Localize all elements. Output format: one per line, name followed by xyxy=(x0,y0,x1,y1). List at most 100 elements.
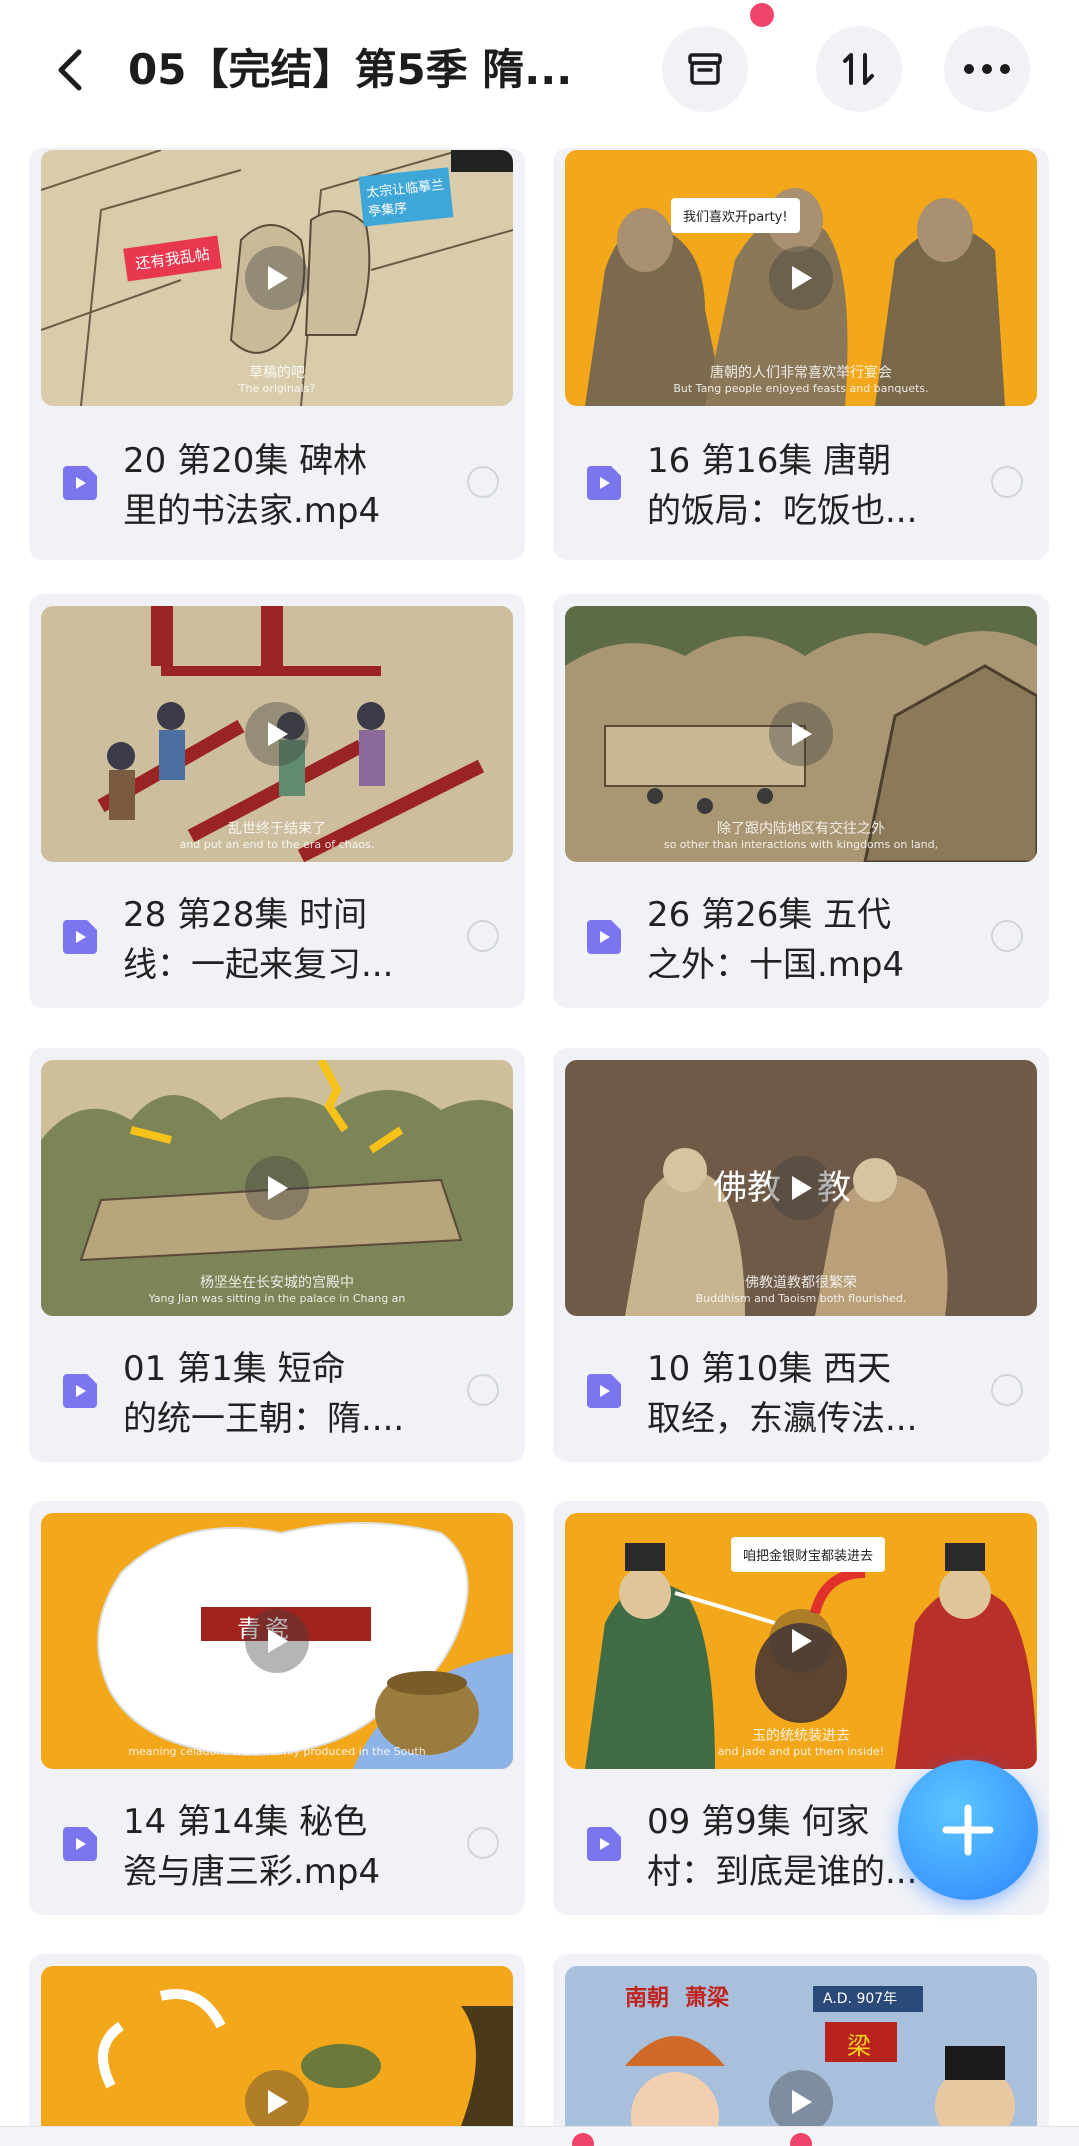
select-radio[interactable] xyxy=(991,466,1023,498)
file-name: 28 第28集 时间 线：一起来复习... xyxy=(123,890,443,990)
file-name-line2: 里的书法家.mp4 xyxy=(123,491,381,531)
video-thumbnail[interactable]: 咱把金银财宝都装进去 玉的统统装进去 and jade and put them… xyxy=(565,1513,1037,1769)
file-card[interactable]: 我们喜欢开party! 唐朝的人们非常喜欢举行宴会 But Tang peopl… xyxy=(553,148,1049,560)
play-icon xyxy=(792,722,812,746)
speech-bubble: 我们喜欢开party! xyxy=(671,198,800,233)
file-name-line1: 10 第10集 西天 xyxy=(647,1349,892,1389)
video-thumbnail[interactable] xyxy=(41,1966,513,2146)
file-card[interactable]: 杨坚坐在长安城的宫殿中 Yang Jian was sitting in the… xyxy=(29,1048,525,1462)
thumb-label: 太宗让临摹兰亭集序 xyxy=(358,167,454,227)
play-button[interactable] xyxy=(245,1609,309,1673)
select-radio[interactable] xyxy=(467,1374,499,1406)
play-button[interactable] xyxy=(245,702,309,766)
file-card[interactable]: 除了跟内陆地区有交往之外 so other than interactions … xyxy=(553,594,1049,1008)
bottom-tab-bar xyxy=(0,2126,1079,2146)
video-file-icon xyxy=(587,920,621,954)
play-button[interactable] xyxy=(769,1609,833,1673)
more-horizontal-icon xyxy=(964,64,1010,74)
thumb-subtitle-cn: 佛教道教都很繁荣 xyxy=(745,1275,857,1291)
video-thumbnail[interactable]: 南朝 萧梁 A.D. 907年 梁 xyxy=(565,1966,1037,2146)
thumb-subtitle-cn: 除了跟内陆地区有交往之外 xyxy=(717,821,885,837)
add-button[interactable] xyxy=(898,1760,1038,1900)
archive-button[interactable] xyxy=(662,26,748,112)
thumb-label: 南朝 xyxy=(625,1986,670,2011)
file-name-line2: 之外：十国.mp4 xyxy=(647,945,905,985)
file-name: 01 第1集 短命 的统一王朝：隋.... xyxy=(123,1344,443,1444)
file-card[interactable]: 青瓷 青瓷主要产自南方 meaning celadons were mainly… xyxy=(29,1501,525,1915)
file-card[interactable]: 乱世终于结束了 and put an end to the era of cha… xyxy=(29,594,525,1008)
thumb-subtitle-cn: 玉的统统装进去 xyxy=(752,1728,850,1744)
file-card[interactable]: 还有我乱帖 太宗让临摹兰亭集序 草稿的吧 The originals? 20 第… xyxy=(29,148,525,560)
video-file-icon xyxy=(63,1374,97,1408)
file-card[interactable] xyxy=(29,1954,525,2146)
play-icon xyxy=(792,1176,812,1200)
file-name-line1: 14 第14集 秘色 xyxy=(123,1802,368,1842)
video-file-icon xyxy=(587,466,621,500)
file-card[interactable]: 佛教 教 佛教道教都很繁荣 Buddhism and Taoism both f… xyxy=(553,1048,1049,1462)
folder-title: 05【完结】第5季 隋... xyxy=(128,45,573,94)
video-thumbnail[interactable]: 杨坚坐在长安城的宫殿中 Yang Jian was sitting in the… xyxy=(41,1060,513,1316)
back-button[interactable] xyxy=(40,38,100,102)
video-file-icon xyxy=(63,1827,97,1861)
file-card[interactable]: 南朝 萧梁 A.D. 907年 梁 xyxy=(553,1954,1049,2146)
file-name: 10 第10集 西天 取经，东瀛传法... xyxy=(647,1344,967,1444)
file-name: 16 第16集 唐朝 的饭局：吃饭也... xyxy=(647,436,967,536)
plus-icon xyxy=(942,1804,994,1856)
thumb-subtitle-cn: 唐朝的人们非常喜欢举行宴会 xyxy=(710,365,892,381)
chevron-left-icon xyxy=(58,49,82,91)
archive-icon xyxy=(688,53,722,85)
thumb-subtitle-cn: 青瓷主要产自南方 xyxy=(221,1728,333,1744)
tab-badge-dot xyxy=(572,2133,594,2146)
thumb-subtitle-en: Yang Jian was sitting in the palace in C… xyxy=(148,1292,406,1305)
select-radio[interactable] xyxy=(467,1827,499,1859)
speech-bubble: 咱把金银财宝都装进去 xyxy=(731,1537,886,1572)
play-button[interactable] xyxy=(245,1156,309,1220)
thumb-subtitle-en: so other than interactions with kingdoms… xyxy=(663,838,939,851)
more-button[interactable] xyxy=(944,26,1030,112)
video-thumbnail[interactable]: 青瓷 青瓷主要产自南方 meaning celadons were mainly… xyxy=(41,1513,513,1769)
thumb-subtitle-en: But Tang people enjoyed feasts and banqu… xyxy=(673,382,929,395)
thumb-label: 梁 xyxy=(847,2032,871,2060)
play-icon xyxy=(792,1629,812,1653)
play-button[interactable] xyxy=(769,2070,833,2134)
notification-dot xyxy=(750,3,774,27)
select-radio[interactable] xyxy=(991,1374,1023,1406)
play-icon xyxy=(792,266,812,290)
tab-badge-dot xyxy=(790,2133,812,2146)
file-name-line2: 瓷与唐三彩.mp4 xyxy=(123,1852,381,1892)
thumb-subtitle-en: The originals? xyxy=(238,382,316,395)
file-name-line1: 26 第26集 五代 xyxy=(647,895,892,935)
thumb-subtitle-cn: 杨坚坐在长安城的宫殿中 xyxy=(200,1275,354,1291)
file-name-line1: 01 第1集 短命 xyxy=(123,1349,346,1389)
thumb-subtitle-cn: 乱世终于结束了 xyxy=(228,821,326,837)
select-radio[interactable] xyxy=(467,466,499,498)
sort-button[interactable] xyxy=(816,26,902,112)
file-list-page: 05【完结】第5季 隋... 还有我乱帖 太宗让临摹兰亭集序 草稿的吧 The … xyxy=(0,0,1079,2146)
file-name-line1: 20 第20集 碑林 xyxy=(123,441,368,481)
play-button[interactable] xyxy=(245,2070,309,2134)
play-button[interactable] xyxy=(769,1156,833,1220)
video-file-icon xyxy=(587,1374,621,1408)
video-thumbnail[interactable]: 乱世终于结束了 and put an end to the era of cha… xyxy=(41,606,513,862)
play-button[interactable] xyxy=(769,702,833,766)
play-icon xyxy=(268,2090,288,2114)
video-thumbnail[interactable]: 还有我乱帖 太宗让临摹兰亭集序 草稿的吧 The originals? xyxy=(41,150,513,406)
file-name-line1: 28 第28集 时间 xyxy=(123,895,368,935)
play-icon xyxy=(268,266,288,290)
file-name-line2: 的饭局：吃饭也... xyxy=(647,491,918,531)
select-radio[interactable] xyxy=(991,920,1023,952)
video-thumbnail[interactable]: 除了跟内陆地区有交往之外 so other than interactions … xyxy=(565,606,1037,862)
file-name: 14 第14集 秘色 瓷与唐三彩.mp4 xyxy=(123,1797,443,1897)
video-thumbnail[interactable]: 我们喜欢开party! 唐朝的人们非常喜欢举行宴会 But Tang peopl… xyxy=(565,150,1037,406)
file-name: 26 第26集 五代 之外：十国.mp4 xyxy=(647,890,967,990)
file-name-line1: 16 第16集 唐朝 xyxy=(647,441,892,481)
video-thumbnail[interactable]: 佛教 教 佛教道教都很繁荣 Buddhism and Taoism both f… xyxy=(565,1060,1037,1316)
thumb-subtitle-en: and put an end to the era of chaos. xyxy=(179,838,375,851)
play-button[interactable] xyxy=(245,246,309,310)
video-file-icon xyxy=(63,920,97,954)
play-button[interactable] xyxy=(769,246,833,310)
select-radio[interactable] xyxy=(467,920,499,952)
file-name-line2: 线：一起来复习... xyxy=(123,945,394,985)
top-bar: 05【完结】第5季 隋... xyxy=(0,0,1079,148)
play-icon xyxy=(268,722,288,746)
